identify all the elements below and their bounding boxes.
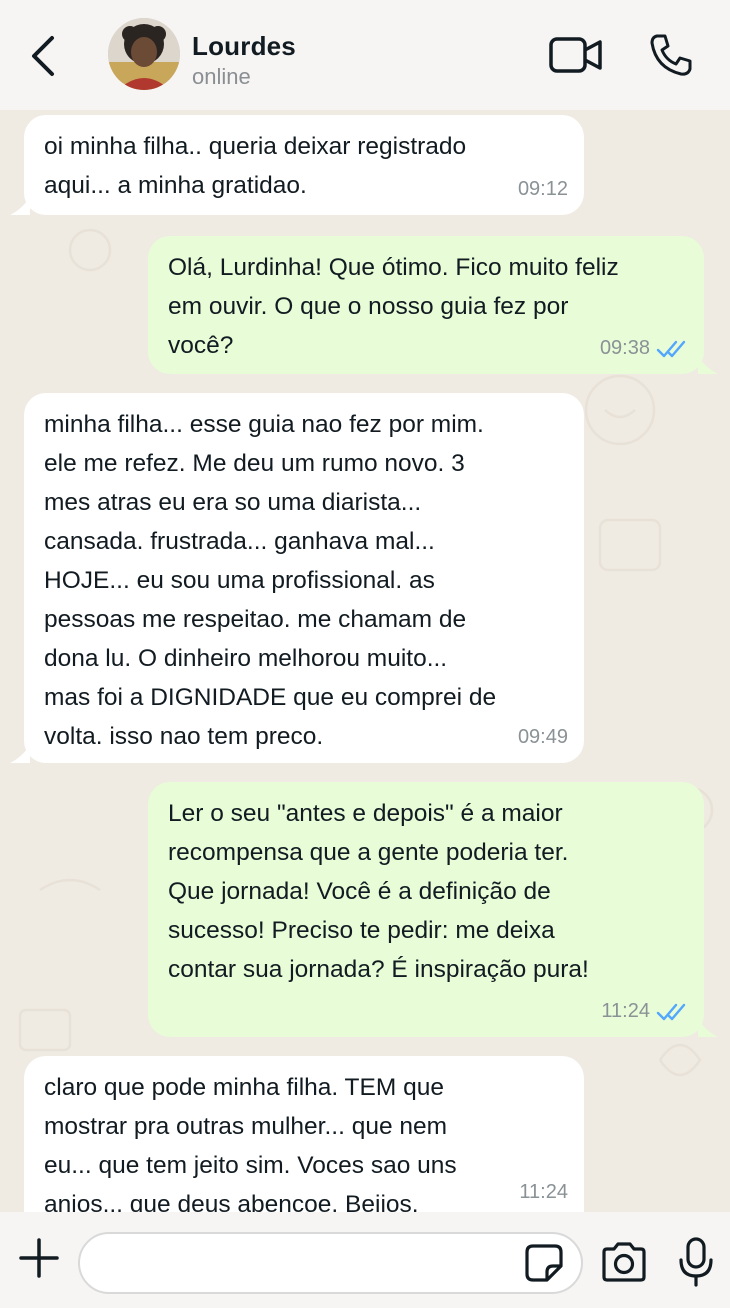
message-time: 11:24: [601, 1000, 650, 1022]
double-check-read-icon: [656, 340, 686, 357]
phone-icon: [650, 34, 692, 76]
video-camera-icon: [549, 37, 602, 73]
message-meta: 09:49: [518, 718, 568, 757]
attach-button[interactable]: [18, 1236, 60, 1280]
contact-status: online: [192, 64, 251, 89]
voice-call-button[interactable]: [648, 32, 694, 78]
message-text: Ler o seu "antes e depois" é a maior rec…: [168, 800, 589, 983]
message-text: oi minha filha.. queria deixar registrad…: [44, 133, 467, 199]
message-text: claro que pode minha filha. TEM que most…: [44, 1074, 457, 1212]
chat-area[interactable]: oi minha filha.. queria deixar registrad…: [0, 110, 730, 1212]
camera-button[interactable]: [600, 1240, 648, 1284]
microphone-icon: [679, 1237, 713, 1287]
camera-icon: [602, 1242, 646, 1282]
sticker-icon: [525, 1244, 563, 1282]
message-bubble-outgoing[interactable]: Ler o seu "antes e depois" é a maior rec…: [148, 782, 718, 1037]
chevron-left-icon: [32, 36, 54, 76]
message-input[interactable]: [78, 1232, 583, 1294]
message-text: minha filha... esse guia nao fez por mim…: [44, 411, 497, 750]
bubble-tail: [10, 197, 30, 215]
video-call-button[interactable]: [548, 34, 604, 76]
message-meta: 09:12: [518, 170, 568, 209]
message-time: 09:12: [517, 178, 568, 200]
message-time: 11:24: [519, 1181, 568, 1203]
back-button[interactable]: [26, 32, 62, 80]
double-check-read-icon: [656, 1003, 686, 1020]
bubble-tail: [10, 745, 30, 763]
message-meta: 11:24: [601, 992, 688, 1031]
microphone-button[interactable]: [676, 1236, 716, 1288]
message-bubble-outgoing[interactable]: Olá, Lurdinha! Que ótimo. Fico muito fel…: [148, 236, 718, 374]
chat-header: Lourdes online: [0, 0, 730, 110]
message-time: 09:38: [599, 337, 650, 359]
message-meta: 11:24: [519, 1173, 568, 1212]
plus-icon: [19, 1238, 59, 1278]
message-bubble-incoming[interactable]: minha filha... esse guia nao fez por mim…: [10, 393, 584, 763]
message-time: 09:49: [517, 726, 568, 748]
bubble-tail: [698, 356, 718, 374]
message-meta: 09:38: [600, 329, 688, 368]
avatar-photo: [108, 18, 180, 90]
message-bubble-incoming[interactable]: oi minha filha.. queria deixar registrad…: [10, 115, 584, 215]
bubble-tail: [698, 1019, 718, 1037]
input-bar: [0, 1212, 730, 1308]
sticker-button[interactable]: [523, 1242, 565, 1284]
contact-name[interactable]: Lourdes: [192, 31, 296, 62]
avatar[interactable]: [108, 18, 180, 90]
message-bubble-incoming[interactable]: claro que pode minha filha. TEM que most…: [24, 1056, 584, 1212]
